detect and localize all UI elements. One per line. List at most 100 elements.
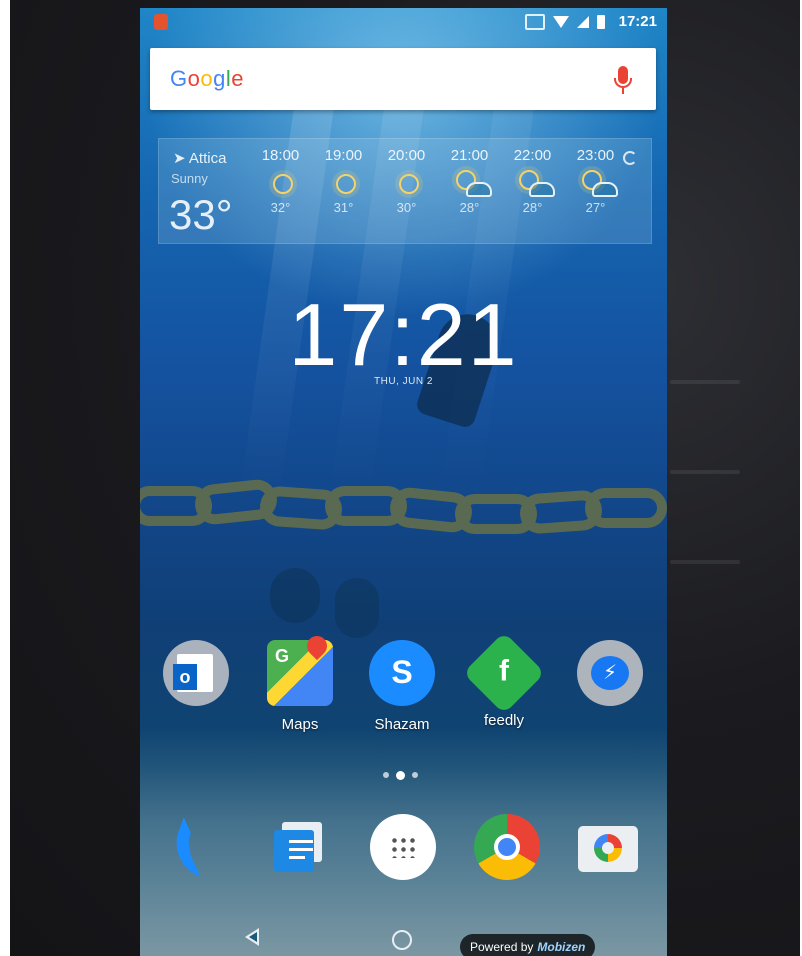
status-time: 17:21 [618,13,657,30]
cloud-shape [592,182,618,197]
app-label: feedly [483,712,525,729]
app-label: Maps [281,716,319,733]
page-dot [412,772,418,778]
chrome-icon[interactable] [474,814,540,880]
forecast-temp: 30° [396,200,417,215]
phone-icon[interactable] [162,814,228,880]
sun-icon [312,164,375,200]
forecast-hour: 19:00 [324,147,363,164]
google-logo-letter: g [213,66,226,91]
forecast-item: 19:00 31° [312,147,375,215]
backdrop-shape [670,380,740,384]
forecast-temp: 32° [270,200,291,215]
outlook-icon: o [163,640,229,706]
messages-front [274,830,314,872]
forecast-temp: 27° [585,200,606,215]
powered-by-badge: Powered by Mobizen [460,934,596,956]
sun-shape [336,174,356,194]
light-ray [330,68,430,488]
google-logo-letter: o [200,66,214,91]
camera-lens [594,834,622,862]
sun-icon [375,164,438,200]
forecast-hour: 23:00 [576,147,615,164]
phone-handset [166,817,218,877]
forecast-item: 22:00 28° [501,147,564,215]
google-logo-letter: o [187,66,201,91]
messages-icon[interactable] [266,814,332,880]
backdrop-shape [670,560,740,564]
weather-location: ➤ Attica [173,150,227,167]
wifi-icon [553,16,569,28]
forecast-temp: 28° [459,200,480,215]
forecast-hour: 18:00 [261,147,300,164]
maps-pin [302,631,332,661]
outlook-o: o [173,664,197,690]
app-maps[interactable]: G Maps [258,631,342,733]
messenger-icon: ⚡ [577,640,643,706]
app-shazam[interactable]: S Shazam [360,640,444,733]
messenger-bolt: ⚡ [602,662,618,684]
google-logo-letter: G [170,66,188,91]
app-feedly[interactable]: f feedly [462,631,546,729]
forecast-temp: 28° [522,200,543,215]
sun-icon [249,164,312,200]
messages-line [289,856,305,859]
forecast-hour: 21:00 [450,147,489,164]
app-launcher-icon[interactable] [370,814,436,880]
page-dot [383,772,389,778]
phone-screen: 17:21 Google ➤ Attica Sunny 33° 18:00 32… [140,8,667,956]
forecast-item: 20:00 30° [375,147,438,215]
launcher-grid [390,836,416,858]
microphone-stand [622,88,624,94]
weather-location-name: Attica [188,150,227,167]
page-dot-active [396,771,405,780]
partly-cloudy-icon [564,164,627,200]
shazam-glyph: S [391,654,413,690]
weather-condition: Sunny [171,171,208,186]
home-icon[interactable] [392,930,412,950]
forecast-item: 23:00 27° [564,147,627,215]
navigation-bar: Powered by Mobizen [140,916,667,956]
signal-icon [577,16,589,28]
forecast-hour: 20:00 [387,147,426,164]
app-outlook[interactable]: o [154,640,238,716]
status-icons [525,14,605,30]
status-bar: 17:21 [140,8,667,36]
clock-time[interactable]: 17:21 [140,284,667,386]
cloud-shape [466,182,492,197]
light-ray [440,68,540,488]
partly-cloudy-icon [501,164,564,200]
app-messenger[interactable]: ⚡ [568,640,652,716]
chain-link [585,488,667,528]
shazam-icon: S [369,640,435,706]
powered-brand: Mobizen [537,940,586,954]
weather-current-temp: 33° [169,191,233,238]
messages-line [289,840,313,843]
google-logo: Google [170,66,244,92]
powered-prefix: Powered by [470,940,534,954]
clock-date: THU, JUN 2 [374,376,433,387]
feedly-glyph: f [499,654,509,688]
maps-g: G [275,646,290,666]
backdrop-shape [670,470,740,474]
page-indicator [383,771,418,780]
back-icon[interactable] [245,928,260,946]
forecast-temp: 31° [333,200,354,215]
forecast-hour: 22:00 [513,147,552,164]
forecast-item: 21:00 28° [438,147,501,215]
cast-icon [525,14,545,30]
google-search-bar[interactable]: Google [150,48,656,110]
sun-shape [399,174,419,194]
weather-widget[interactable]: ➤ Attica Sunny 33° 18:00 32° 19:00 31° 2… [158,138,652,244]
microphone-icon[interactable] [614,66,632,88]
camera-icon[interactable] [574,814,640,880]
messages-line [289,848,313,851]
chain-graphic [140,468,667,548]
maps-icon: G [267,631,333,706]
app-label: Shazam [374,716,430,733]
refresh-icon[interactable] [623,151,637,165]
feedly-icon: f [462,631,546,715]
hourly-forecast: 18:00 32° 19:00 31° 20:00 30° 21:00 28° … [249,147,627,215]
forecast-item: 18:00 32° [249,147,312,215]
diver-silhouette [270,568,320,623]
